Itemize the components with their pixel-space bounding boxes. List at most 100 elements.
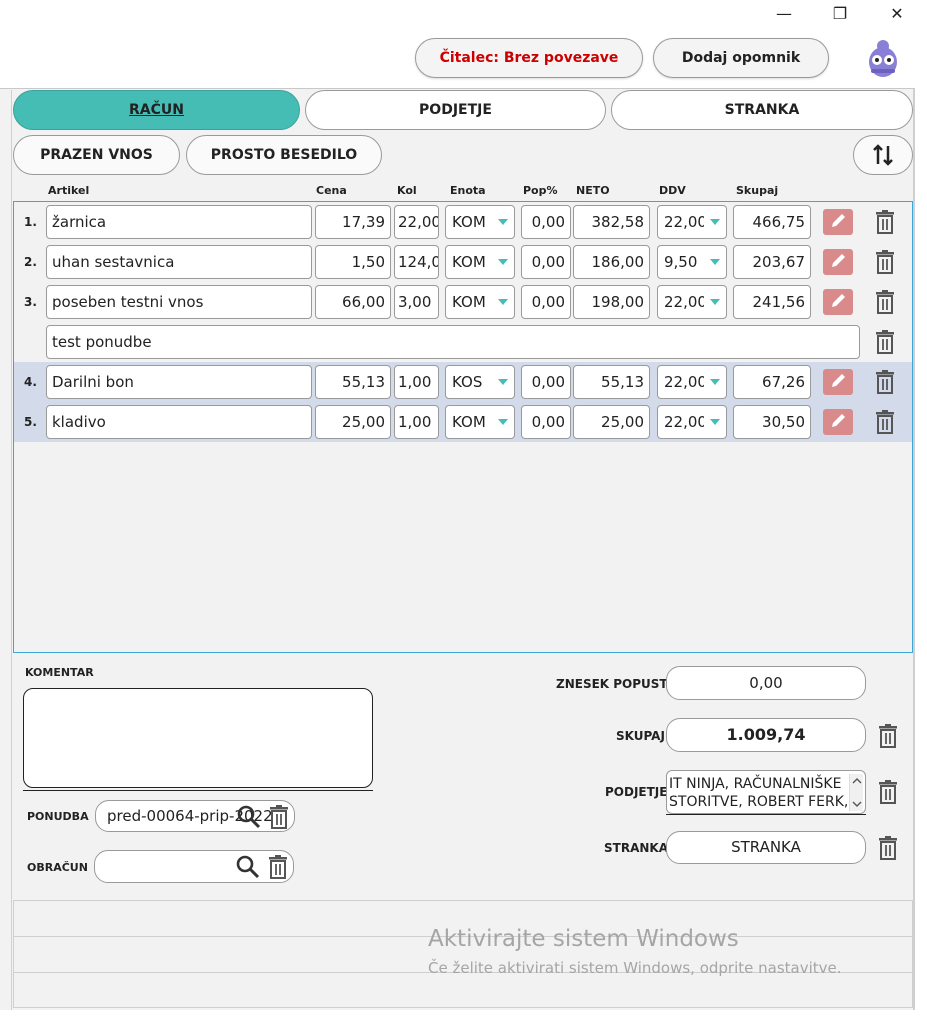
- chevron-down-icon: [710, 379, 720, 385]
- col-total: Skupaj: [736, 184, 779, 197]
- price-input[interactable]: 55,13: [315, 365, 391, 399]
- quantity-input[interactable]: 124,00: [394, 245, 439, 279]
- left-edge: [0, 90, 12, 1010]
- edit-button[interactable]: [823, 209, 853, 235]
- total-input[interactable]: 67,26: [733, 365, 811, 399]
- tab-customer[interactable]: STRANKA: [611, 90, 913, 130]
- settlement-search-icon[interactable]: [236, 855, 260, 879]
- total-input[interactable]: 30,50: [733, 405, 811, 439]
- pencil-icon: [832, 374, 845, 387]
- settlement-trash-icon[interactable]: [268, 855, 288, 879]
- search-icon[interactable]: [237, 805, 261, 829]
- unit-select[interactable]: KOS: [445, 365, 515, 399]
- article-input[interactable]: žarnica: [46, 205, 312, 239]
- discount-input[interactable]: 0,00: [521, 285, 571, 319]
- price-input[interactable]: 66,00: [315, 285, 391, 319]
- discount-input[interactable]: 0,00: [521, 405, 571, 439]
- free-text-button[interactable]: PROSTO BESEDILO: [186, 135, 382, 175]
- total-field: 1.009,74: [666, 718, 866, 752]
- watermark-title: Aktivirajte sistem Windows: [428, 926, 739, 952]
- edit-button[interactable]: [823, 249, 853, 275]
- tab-company[interactable]: PODJETJE: [305, 90, 606, 130]
- total-input[interactable]: 466,75: [733, 205, 811, 239]
- row-number: 4.: [24, 375, 37, 389]
- edit-button[interactable]: [823, 369, 853, 395]
- company-field[interactable]: IT NINJA, RAČUNALNIŠKE STORITVE, ROBERT …: [666, 770, 866, 814]
- net-input[interactable]: 382,58: [573, 205, 650, 239]
- trash-icon[interactable]: [875, 290, 895, 314]
- discount-amount-field[interactable]: 0,00: [666, 666, 866, 700]
- net-input[interactable]: 186,00: [573, 245, 650, 279]
- minimize-button[interactable]: —: [770, 4, 798, 24]
- discount-input[interactable]: 0,00: [521, 245, 571, 279]
- quantity-input[interactable]: 1,00: [394, 365, 439, 399]
- vat-value: 22,00: [664, 213, 704, 231]
- quantity-input[interactable]: 22,00: [394, 205, 439, 239]
- customer-field[interactable]: STRANKA: [666, 831, 866, 864]
- trash-icon[interactable]: [875, 210, 895, 234]
- trash-icon[interactable]: [875, 370, 895, 394]
- total-input[interactable]: 241,56: [733, 285, 811, 319]
- free-text-row-input[interactable]: test ponudbe: [46, 325, 860, 359]
- trash-icon[interactable]: [875, 250, 895, 274]
- tab-invoice[interactable]: RAČUN: [13, 90, 300, 130]
- company-scrollbar[interactable]: [849, 774, 863, 811]
- comment-textarea[interactable]: [23, 688, 373, 788]
- vat-select[interactable]: 22,00: [657, 285, 727, 319]
- company-label: PODJETJE: [605, 785, 668, 799]
- net-input[interactable]: 55,13: [573, 365, 650, 399]
- price-input[interactable]: 17,39: [315, 205, 391, 239]
- net-input[interactable]: 198,00: [573, 285, 650, 319]
- vat-value: 22,00: [664, 413, 704, 431]
- chevron-down-icon: [498, 419, 508, 425]
- article-input[interactable]: Darilni bon: [46, 365, 312, 399]
- vat-select[interactable]: 22,00: [657, 365, 727, 399]
- comment-underline: [23, 790, 373, 791]
- unit-value: KOM: [452, 253, 486, 271]
- article-input[interactable]: poseben testni vnos: [46, 285, 312, 319]
- unit-value: KOM: [452, 413, 486, 431]
- offer-field[interactable]: pred-00064-prip-2022: [95, 800, 295, 832]
- sort-button[interactable]: [853, 135, 913, 175]
- article-input[interactable]: kladivo: [46, 405, 312, 439]
- total-trash-icon[interactable]: [878, 724, 898, 748]
- reader-status-button[interactable]: Čitalec: Brez povezave: [415, 38, 643, 78]
- vat-select[interactable]: 22,00: [657, 405, 727, 439]
- total-input[interactable]: 203,67: [733, 245, 811, 279]
- vat-value: 9,50: [664, 253, 698, 271]
- edit-button[interactable]: [823, 289, 853, 315]
- article-input[interactable]: uhan sestavnica: [46, 245, 312, 279]
- vat-select[interactable]: 9,50: [657, 245, 727, 279]
- settlement-field[interactable]: [94, 850, 294, 883]
- close-button[interactable]: ✕: [883, 4, 911, 24]
- col-unit: Enota: [450, 184, 486, 197]
- row-number: 5.: [24, 415, 37, 429]
- customer-trash-icon[interactable]: [878, 836, 898, 860]
- discount-input[interactable]: 0,00: [521, 365, 571, 399]
- company-trash-icon[interactable]: [878, 780, 898, 804]
- unit-select[interactable]: KOM: [445, 205, 515, 239]
- price-input[interactable]: 1,50: [315, 245, 391, 279]
- unit-select[interactable]: KOM: [445, 405, 515, 439]
- unit-select[interactable]: KOM: [445, 285, 515, 319]
- discount-input[interactable]: 0,00: [521, 205, 571, 239]
- unit-select[interactable]: KOM: [445, 245, 515, 279]
- col-net: NETO: [576, 184, 610, 197]
- add-reminder-button[interactable]: Dodaj opomnik: [653, 38, 829, 78]
- vat-select[interactable]: 22,00: [657, 205, 727, 239]
- trash-icon[interactable]: [875, 330, 895, 354]
- net-input[interactable]: 25,00: [573, 405, 650, 439]
- price-input[interactable]: 25,00: [315, 405, 391, 439]
- restore-button[interactable]: ❐: [826, 4, 854, 24]
- empty-entry-button[interactable]: PRAZEN VNOS: [13, 135, 180, 175]
- edit-button[interactable]: [823, 409, 853, 435]
- row-number: 1.: [24, 215, 37, 229]
- quantity-input[interactable]: 1,00: [394, 405, 439, 439]
- trash-icon[interactable]: [875, 410, 895, 434]
- company-line-1: IT NINJA, RAČUNALNIŠKE: [669, 776, 842, 792]
- chevron-down-icon: [710, 299, 720, 305]
- mascot-icon[interactable]: [864, 36, 902, 80]
- quantity-input[interactable]: 3,00: [394, 285, 439, 319]
- chevron-down-icon: [498, 299, 508, 305]
- offer-trash-icon[interactable]: [269, 805, 289, 829]
